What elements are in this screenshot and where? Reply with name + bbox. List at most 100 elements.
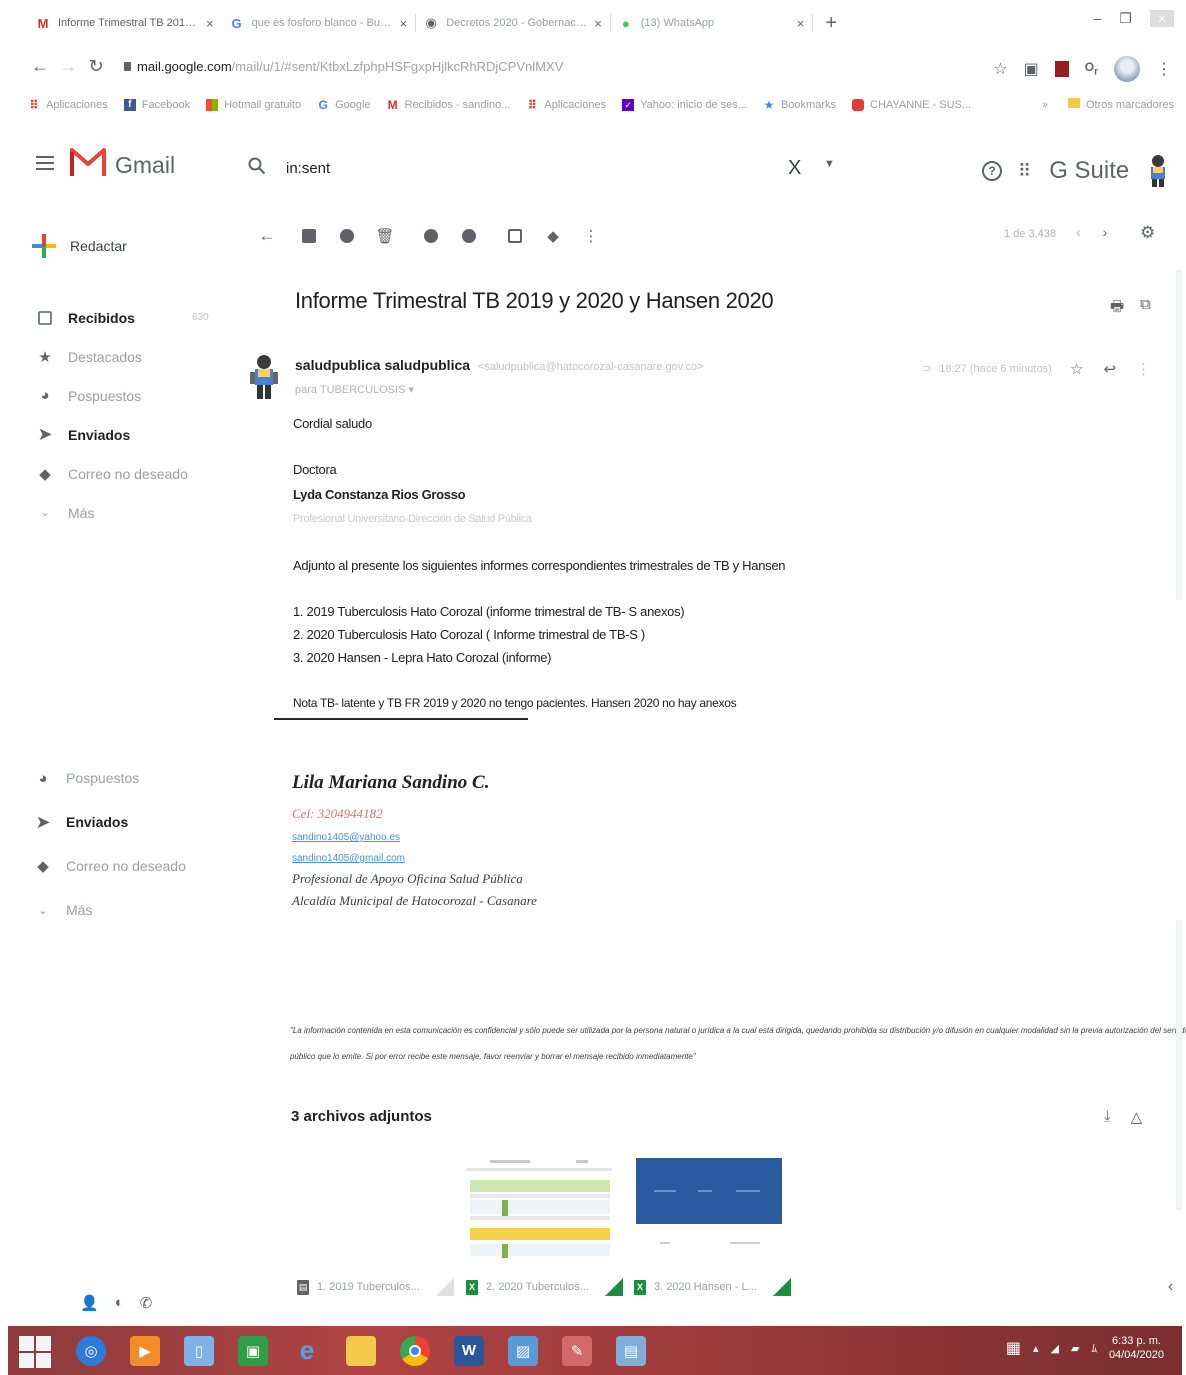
other-bookmarks-folder[interactable]: Otros marcadores: [1067, 98, 1174, 111]
tab-whatsapp[interactable]: ● (13) WhatsApp ×: [611, 8, 813, 38]
bookmark-item[interactable]: f Facebook: [123, 99, 190, 111]
prev-page-icon[interactable]: ‹: [1076, 224, 1081, 240]
sender-name[interactable]: saludpublica saludpublica: [295, 357, 470, 373]
back-icon[interactable]: ←: [26, 56, 54, 77]
pdf-extension-icon[interactable]: [1054, 61, 1069, 77]
sidebar-item-more[interactable]: ⌄ Más: [32, 888, 232, 932]
reload-icon[interactable]: ↻: [82, 56, 110, 77]
bookmark-item[interactable]: ⠿ Aplicaciones: [526, 99, 606, 111]
sidebar-item-inbox[interactable]: Recibidos 630: [34, 298, 234, 337]
bookmark-item[interactable]: M Recibidos - sandino...: [387, 99, 511, 111]
tab-gmail[interactable]: M Informe Trimestral TB 2019 y 2( ×: [28, 8, 222, 38]
next-page-icon[interactable]: ›: [1103, 224, 1108, 240]
snooze-icon[interactable]: [450, 229, 488, 243]
sidebar-item-sent[interactable]: ➤ Enviados: [34, 415, 234, 454]
save-to-drive-icon[interactable]: △: [1131, 1108, 1143, 1126]
bookmark-item[interactable]: Hotmail gratuito: [206, 99, 301, 111]
word-icon[interactable]: W: [454, 1335, 484, 1366]
network-icon[interactable]: ▰: [1071, 1342, 1079, 1355]
taskbar-clock[interactable]: 6:33 p. m. 04/04/2020: [1109, 1334, 1164, 1362]
apps-grid-icon[interactable]: ⠿: [1018, 161, 1031, 182]
keyboard-icon[interactable]: ▦: [1006, 1338, 1021, 1358]
report-spam-icon[interactable]: [328, 229, 366, 243]
tab-decretos[interactable]: ◉ Decretos 2020 - Gobernación de ×: [416, 8, 610, 38]
sidebar-item-sent[interactable]: ➤ Enviados: [32, 800, 232, 844]
print-icon[interactable]: 🖶: [1110, 296, 1124, 321]
signature-email-link[interactable]: sandino1405@gmail.com: [292, 853, 405, 864]
signature-email-link[interactable]: sandino1405@yahoo.es: [292, 832, 400, 843]
main-menu-icon[interactable]: [36, 156, 54, 170]
move-to-icon[interactable]: [496, 229, 534, 243]
search-icon[interactable]: [248, 157, 272, 180]
attachment-thumbnail[interactable]: [466, 1156, 612, 1264]
delete-icon[interactable]: 🗑: [366, 227, 404, 245]
close-icon[interactable]: ×: [400, 16, 408, 31]
file-explorer-icon[interactable]: [346, 1335, 376, 1366]
store-app-icon[interactable]: ▣: [238, 1335, 268, 1366]
sidebar-item-spam[interactable]: ◆ Correo no deseado: [34, 454, 234, 493]
key-extension-icon[interactable]: Or: [1085, 60, 1098, 77]
more-bookmarks-button[interactable]: »: [1042, 99, 1048, 111]
archive-icon[interactable]: [290, 229, 328, 243]
close-icon[interactable]: ×: [594, 16, 602, 31]
url-field[interactable]: mail.google.com/mail/u/1/#sent/KtbxLzfph…: [124, 59, 563, 74]
search-input[interactable]: in:sent: [286, 160, 330, 177]
bookmark-item[interactable]: CHAYANNE - SUS...: [852, 99, 971, 111]
close-icon[interactable]: ×: [206, 16, 214, 31]
account-avatar-icon[interactable]: [1145, 154, 1171, 188]
reply-icon[interactable]: ↩: [1103, 360, 1116, 378]
clear-search-icon[interactable]: X: [788, 157, 801, 180]
attachment-chip[interactable]: X 2. 2020 Tuberculos...: [466, 1278, 623, 1296]
settings-gear-icon[interactable]: ⚙: [1140, 223, 1155, 243]
bookmark-item[interactable]: G Google: [317, 99, 370, 111]
attachment-thumbnail[interactable]: [636, 1158, 782, 1266]
phone-icon[interactable]: ✆: [140, 1294, 153, 1312]
bookmark-star-icon[interactable]: ☆: [993, 59, 1007, 79]
side-panel-toggle-icon[interactable]: ‹: [1168, 1278, 1173, 1296]
more-message-icon[interactable]: ⋮: [1136, 360, 1151, 378]
close-window-icon[interactable]: ×: [1149, 10, 1174, 27]
bookmark-item[interactable]: ★ Bookmarks: [763, 99, 836, 111]
search-bar[interactable]: in:sent X ▼: [248, 152, 848, 184]
show-hidden-icons[interactable]: ▴: [1033, 1342, 1039, 1355]
bookmark-item[interactable]: ⠿ Aplicaciones: [28, 99, 107, 111]
contacts-icon[interactable]: 👤: [80, 1294, 99, 1312]
search-options-icon[interactable]: ▼: [824, 158, 835, 170]
scrollbar-track[interactable]: [1176, 270, 1182, 600]
mark-unread-icon[interactable]: [412, 229, 450, 243]
scrollbar-track[interactable]: [1176, 920, 1182, 1210]
sidebar-item-spam[interactable]: ◆ Correo no deseado: [32, 844, 232, 888]
recipient-line[interactable]: para TUBERCULOSIS ▾: [295, 383, 414, 396]
location-icon[interactable]: ◐: [115, 1294, 124, 1312]
network-app-icon[interactable]: ▤: [616, 1335, 646, 1366]
attachment-chip[interactable]: ▤ 1. 2019 Tuberculos...: [297, 1278, 454, 1296]
sidebar-item-snoozed[interactable]: ◕ Pospuestos: [34, 376, 234, 415]
compose-button[interactable]: Redactar: [32, 234, 127, 258]
show-details-icon[interactable]: ▾: [409, 384, 415, 396]
menu-dots-icon[interactable]: ⋮: [1156, 59, 1172, 79]
media-player-icon[interactable]: ▶: [130, 1335, 160, 1366]
minimize-icon[interactable]: –: [1093, 10, 1101, 27]
chrome-icon[interactable]: [400, 1335, 430, 1366]
windows-start-icon[interactable]: [18, 1334, 52, 1368]
sidebar-item-more[interactable]: ⌄ Más: [34, 493, 234, 532]
image-viewer-icon[interactable]: ▨: [508, 1335, 538, 1366]
help-icon[interactable]: ?: [982, 161, 1002, 181]
label-tag-icon[interactable]: ◆: [534, 227, 572, 245]
extension-icon[interactable]: ▣: [1024, 59, 1039, 79]
phone-app-icon[interactable]: ▯: [184, 1335, 214, 1366]
bookmark-item[interactable]: ✓ Yahoo: inicio de ses...: [622, 99, 747, 111]
more-actions-icon[interactable]: ⋮: [572, 227, 610, 245]
volume-icon[interactable]: ◢: [1051, 1342, 1059, 1355]
language-icon[interactable]: ﾑ: [1091, 1340, 1097, 1356]
internet-explorer-icon[interactable]: e: [292, 1335, 322, 1366]
cortana-icon[interactable]: ◎: [76, 1335, 106, 1366]
attachment-chip[interactable]: X 3. 2020 Hansen - L...: [634, 1278, 791, 1296]
star-message-icon[interactable]: ☆: [1070, 360, 1083, 378]
profile-avatar-icon[interactable]: [1114, 56, 1140, 82]
forward-icon[interactable]: →: [54, 56, 82, 77]
new-tab-icon[interactable]: +: [825, 12, 837, 35]
sidebar-item-starred[interactable]: ★ Destacados: [34, 337, 234, 376]
open-new-window-icon[interactable]: ⧉: [1140, 296, 1151, 321]
tab-google-search[interactable]: G que es fosforo blanco - Buscar c ×: [222, 8, 416, 38]
